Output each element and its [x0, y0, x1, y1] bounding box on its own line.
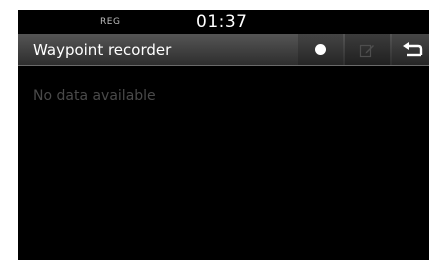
back-arrow-icon [403, 42, 423, 57]
record-button[interactable] [298, 34, 343, 65]
record-dot-icon [315, 44, 326, 55]
page-title: Waypoint recorder [33, 41, 172, 59]
status-bar: REG 01:37 [18, 10, 429, 34]
edit-button[interactable] [345, 34, 390, 65]
clock: 01:37 [196, 12, 248, 32]
edit-icon [359, 44, 374, 58]
head-unit-screen: REG 01:37 Waypoint recorder No data avai… [18, 10, 429, 260]
empty-state-message: No data available [33, 88, 156, 104]
back-button[interactable] [392, 34, 429, 65]
status-indicator: REG [100, 17, 121, 27]
header-bar: Waypoint recorder [18, 34, 429, 66]
